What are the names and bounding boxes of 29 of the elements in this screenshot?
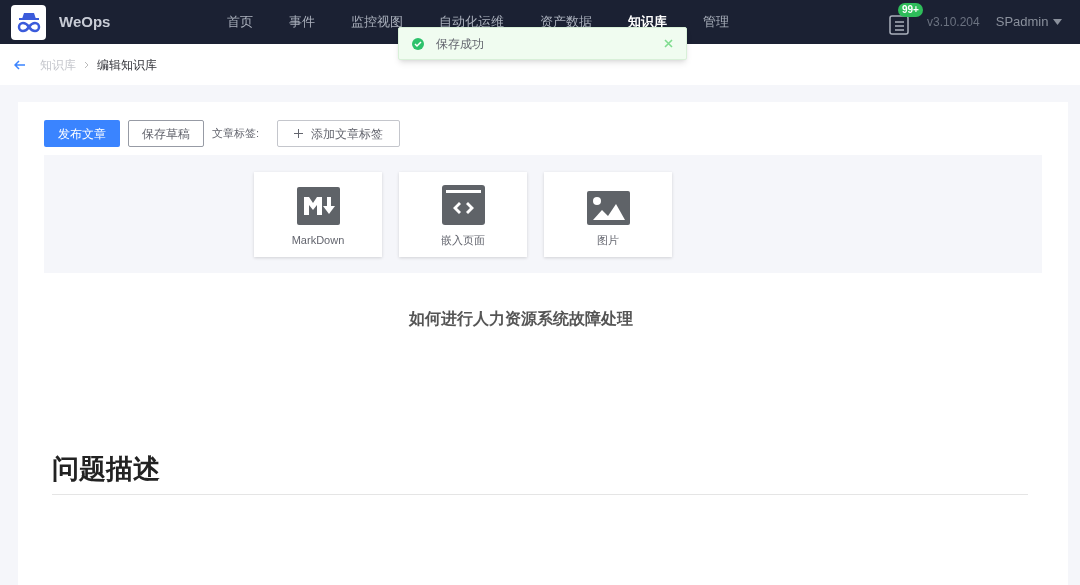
logo-icon [11,4,46,40]
insert-option-card[interactable]: 图片 [544,172,672,257]
nav-tab[interactable]: 管理 [685,12,747,32]
markdown-icon [296,186,340,225]
insert-option-card[interactable]: MarkDown [254,172,382,257]
user-menu[interactable]: SPadmin [995,12,1063,32]
publish-button[interactable]: 发布文章 [44,120,120,147]
brand-name: WeOps [59,11,112,32]
nav-tab[interactable]: 首页 [209,12,271,32]
success-icon [412,37,424,50]
insert-option-card[interactable]: 嵌入页面 [399,172,527,257]
nav-tab[interactable]: 监控视图 [333,12,421,32]
nav-tab[interactable]: 事件 [271,12,333,32]
section-heading: 问题描述 [52,449,1028,495]
plus-icon [294,129,304,138]
code-window-icon [441,184,485,225]
tags-label: 文章标签: [212,126,260,142]
save-draft-button[interactable]: 保存草稿 [128,120,204,147]
back-arrow-icon[interactable] [14,59,26,70]
caret-icon [1053,19,1063,25]
clipboard-icon[interactable] [889,13,909,35]
add-tag-button[interactable]: 添加文章标签 [277,120,401,147]
notification-badge: 99+ [898,3,923,17]
version-label: v3.10.204 [927,14,980,31]
image-icon [586,190,630,225]
breadcrumb-item: 编辑知识库 [97,56,157,74]
toast-message: 保存成功 [436,35,484,53]
chevron-icon [84,60,89,69]
article-title: 如何进行人力资源系统故障处理 [408,309,634,329]
